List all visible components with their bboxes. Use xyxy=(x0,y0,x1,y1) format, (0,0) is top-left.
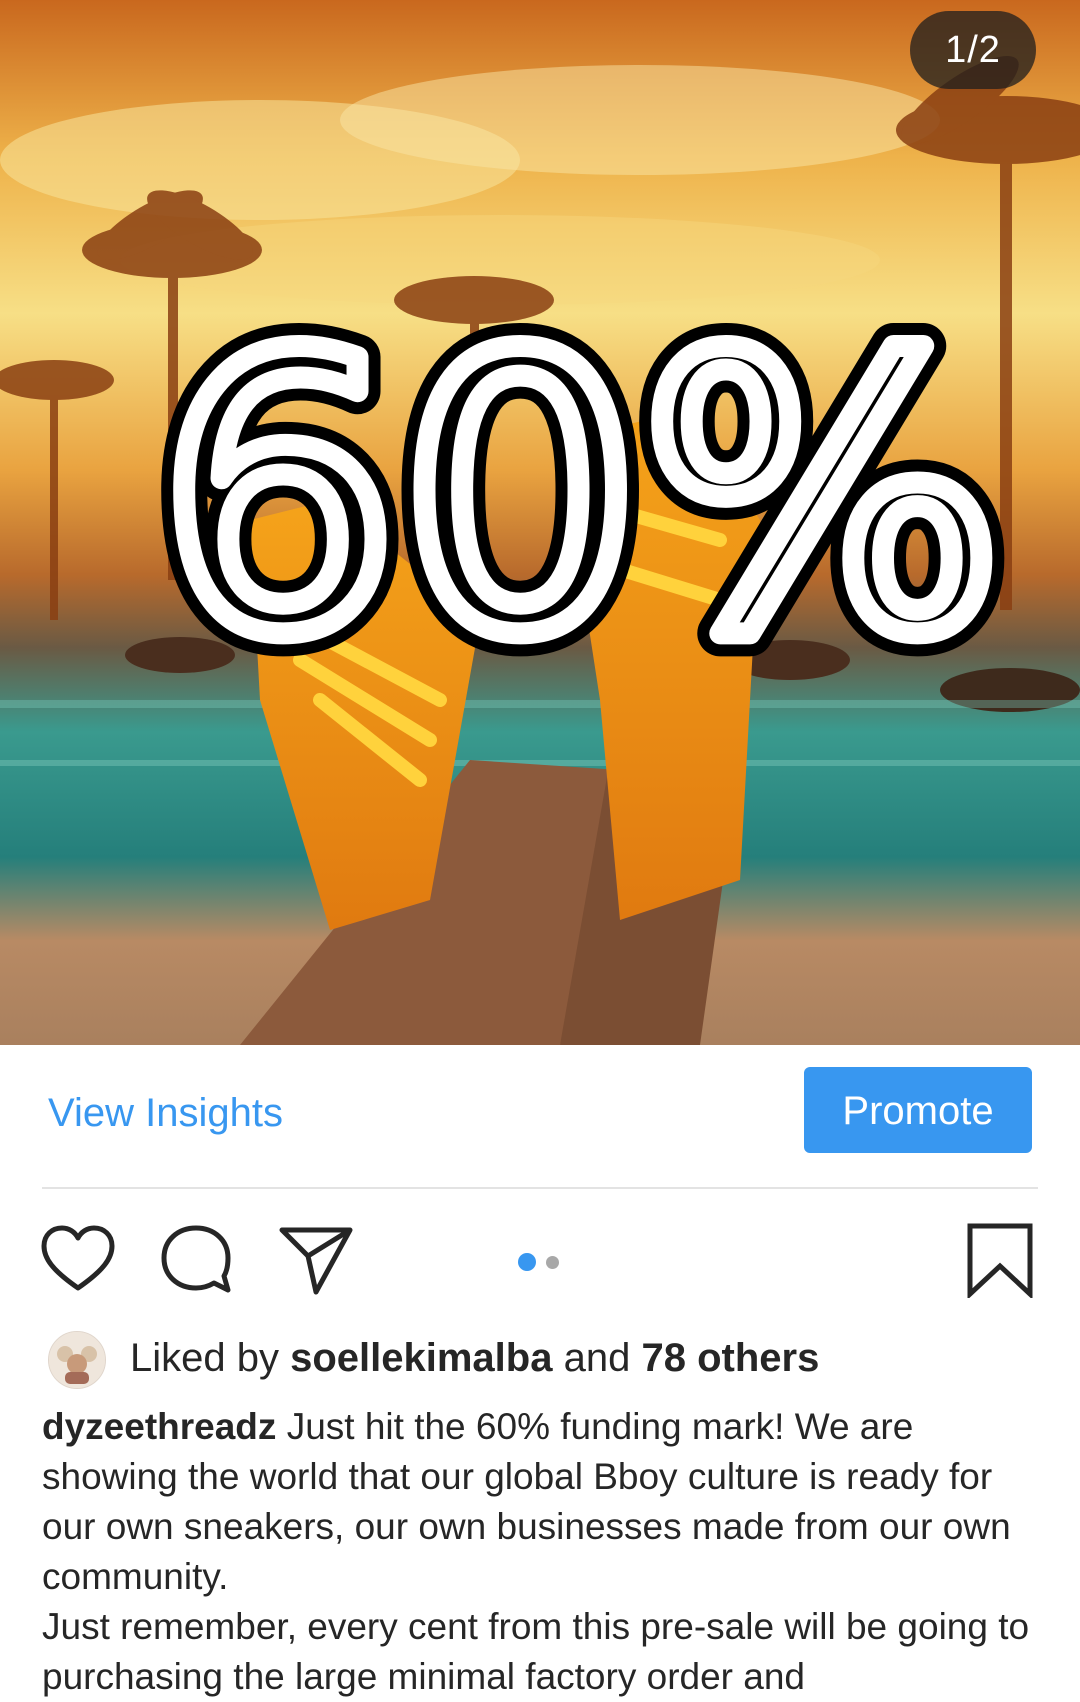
liker-username[interactable]: soellekimalba xyxy=(290,1336,552,1380)
liker-avatar[interactable] xyxy=(48,1331,106,1389)
carousel-dot xyxy=(546,1255,559,1269)
post-action-bar xyxy=(0,1200,1080,1310)
likes-row: Liked by soellekimalba and 78 others xyxy=(48,1330,1048,1390)
caption-text-2: Just remember, every cent from this pre-… xyxy=(42,1606,1030,1697)
heart-icon[interactable] xyxy=(40,1222,116,1298)
paper-plane-icon[interactable] xyxy=(278,1222,354,1298)
sixty-percent-graphic: 60% 60% xyxy=(135,252,1026,741)
carousel-dot-active xyxy=(518,1253,536,1271)
caption-username[interactable]: dyzeethreadz xyxy=(42,1406,276,1447)
comment-icon[interactable] xyxy=(158,1222,234,1298)
view-insights-link[interactable]: View Insights xyxy=(48,1091,283,1136)
bookmark-icon[interactable] xyxy=(962,1222,1038,1300)
post-photo: 60% 60% xyxy=(0,0,1080,1045)
carousel-dots xyxy=(518,1253,559,1271)
likes-middle: and xyxy=(563,1336,631,1380)
post-image[interactable]: 60% 60% 1/2 xyxy=(0,0,1080,1045)
svg-text:60%: 60% xyxy=(158,275,1003,718)
insights-row: View Insights Promote xyxy=(0,1045,1080,1187)
likes-prefix: Liked by xyxy=(130,1336,279,1380)
promote-button[interactable]: Promote xyxy=(804,1067,1032,1153)
divider xyxy=(42,1187,1038,1189)
likes-others[interactable]: 78 others xyxy=(641,1336,819,1380)
post-caption: dyzeethreadz Just hit the 60% funding ma… xyxy=(42,1402,1052,1702)
slide-counter: 1/2 xyxy=(910,11,1036,89)
likes-summary: Liked by soellekimalba and 78 others xyxy=(130,1336,819,1381)
